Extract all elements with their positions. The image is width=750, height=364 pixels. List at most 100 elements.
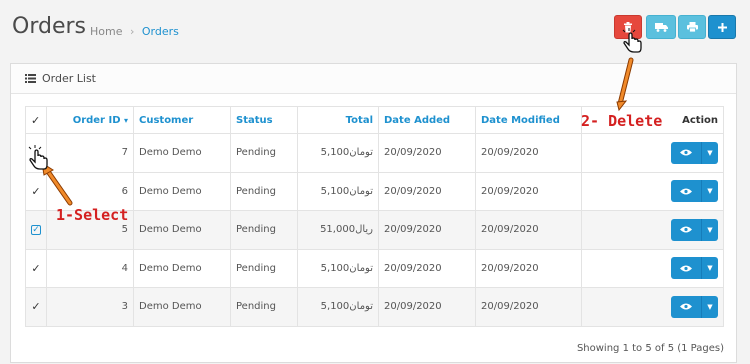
eye-icon bbox=[680, 226, 692, 233]
status-cell: Pending bbox=[230, 248, 298, 288]
action-dropdown-toggle[interactable]: ▼ bbox=[701, 295, 718, 318]
print-button[interactable] bbox=[678, 15, 706, 39]
customer-cell: Demo Demo bbox=[133, 248, 231, 288]
status-cell: Pending bbox=[230, 133, 298, 173]
breadcrumb-orders[interactable]: Orders bbox=[142, 25, 179, 38]
row-checkbox[interactable] bbox=[25, 133, 47, 173]
check-icon: ✓ bbox=[31, 261, 41, 275]
date-added-cell: 20/09/2020 bbox=[378, 171, 476, 211]
action-dropdown-toggle[interactable]: ▼ bbox=[701, 141, 718, 164]
column-total[interactable]: Total bbox=[297, 106, 379, 134]
action-cell: ▼ bbox=[581, 248, 724, 288]
view-button[interactable] bbox=[671, 257, 701, 280]
customer-cell: Demo Demo bbox=[133, 133, 231, 173]
order-id-cell: 4 bbox=[46, 248, 134, 288]
panel-title: Order List bbox=[42, 72, 96, 85]
pagination-info: Showing 1 to 5 of 5 (1 Pages) bbox=[576, 343, 724, 354]
breadcrumb-home[interactable]: Home bbox=[90, 25, 122, 38]
orders-table: ✓ Order ID ▾ Customer Status Total Date … bbox=[25, 106, 724, 327]
column-customer[interactable]: Customer bbox=[133, 106, 231, 134]
row-checkbox[interactable]: ✓ bbox=[25, 287, 47, 327]
table-row: 7 Demo Demo Pending 5,100تومان 20/09/202… bbox=[25, 133, 724, 173]
action-cell: ▼ bbox=[581, 171, 724, 211]
order-id-cell: 7 bbox=[46, 133, 134, 173]
status-cell: Pending bbox=[230, 210, 298, 250]
date-modified-cell: 20/09/2020 bbox=[475, 210, 582, 250]
order-id-cell: 6 bbox=[46, 171, 134, 211]
order-id-cell: 3 bbox=[46, 287, 134, 327]
column-date-modified[interactable]: Date Modified bbox=[475, 106, 582, 134]
action-cell: ▼ bbox=[581, 210, 724, 250]
eye-icon bbox=[680, 188, 692, 195]
action-button-group: ▼ bbox=[671, 295, 718, 318]
trash-icon bbox=[624, 21, 632, 32]
print-icon bbox=[686, 22, 698, 32]
column-status[interactable]: Status bbox=[230, 106, 298, 134]
caret-down-icon: ▼ bbox=[707, 187, 713, 196]
date-modified-cell: 20/09/2020 bbox=[475, 248, 582, 288]
breadcrumb-separator: › bbox=[129, 25, 135, 38]
total-cell: 5,100تومان bbox=[297, 133, 379, 173]
date-added-cell: 20/09/2020 bbox=[378, 248, 476, 288]
date-added-cell: 20/09/2020 bbox=[378, 287, 476, 327]
caret-down-icon: ▼ bbox=[707, 302, 713, 311]
action-cell: ▼ bbox=[581, 287, 724, 327]
row-checkbox[interactable]: ✓ bbox=[25, 171, 47, 211]
check-icon: ✓ bbox=[31, 113, 41, 127]
table-row: ✓ 3 Demo Demo Pending 5,100تومان 20/09/2… bbox=[25, 287, 724, 327]
row-checkbox[interactable]: ✓ bbox=[25, 248, 47, 288]
view-button[interactable] bbox=[671, 180, 701, 203]
status-cell: Pending bbox=[230, 171, 298, 211]
customer-cell: Demo Demo bbox=[133, 171, 231, 211]
select-all-checkbox[interactable]: ✓ bbox=[25, 106, 47, 134]
checkbox-checked-icon: ✓ bbox=[31, 225, 41, 236]
customer-cell: Demo Demo bbox=[133, 287, 231, 327]
check-icon: ✓ bbox=[31, 184, 41, 198]
plus-icon bbox=[717, 22, 727, 32]
list-icon bbox=[25, 74, 36, 83]
truck-icon bbox=[654, 22, 668, 32]
caret-down-icon: ▼ bbox=[707, 148, 713, 157]
add-button[interactable] bbox=[708, 15, 736, 39]
action-button-group: ▼ bbox=[671, 180, 718, 203]
date-modified-cell: 20/09/2020 bbox=[475, 133, 582, 173]
caret-down-icon: ▼ bbox=[707, 225, 713, 234]
action-button-group: ▼ bbox=[671, 218, 718, 241]
delete-button[interactable] bbox=[614, 15, 642, 39]
column-order-id[interactable]: Order ID ▾ bbox=[46, 106, 134, 134]
shipping-button[interactable] bbox=[646, 15, 676, 39]
total-cell: 5,100تومان bbox=[297, 248, 379, 288]
sort-desc-icon: ▾ bbox=[123, 115, 128, 125]
total-cell: 5,100تومان bbox=[297, 171, 379, 211]
view-button[interactable] bbox=[671, 141, 701, 164]
table-row: ✓ 4 Demo Demo Pending 5,100تومان 20/09/2… bbox=[25, 248, 724, 288]
date-added-cell: 20/09/2020 bbox=[378, 210, 476, 250]
status-cell: Pending bbox=[230, 287, 298, 327]
row-checkbox[interactable]: ✓ bbox=[25, 210, 47, 250]
eye-icon bbox=[680, 149, 692, 156]
action-dropdown-toggle[interactable]: ▼ bbox=[701, 257, 718, 280]
panel-heading: Order List bbox=[11, 64, 736, 94]
eye-icon bbox=[680, 265, 692, 272]
customer-cell: Demo Demo bbox=[133, 210, 231, 250]
date-modified-cell: 20/09/2020 bbox=[475, 171, 582, 211]
eye-icon bbox=[680, 303, 692, 310]
table-row: ✓ 5 Demo Demo Pending 51,000ریال 20/09/2… bbox=[25, 210, 724, 250]
view-button[interactable] bbox=[671, 295, 701, 318]
total-cell: 51,000ریال bbox=[297, 210, 379, 250]
page-title: Orders bbox=[12, 14, 86, 39]
table-row: ✓ 6 Demo Demo Pending 5,100تومان 20/09/2… bbox=[25, 171, 724, 211]
action-dropdown-toggle[interactable]: ▼ bbox=[701, 218, 718, 241]
action-dropdown-toggle[interactable]: ▼ bbox=[701, 180, 718, 203]
date-modified-cell: 20/09/2020 bbox=[475, 287, 582, 327]
view-button[interactable] bbox=[671, 218, 701, 241]
breadcrumb: Home › Orders bbox=[90, 25, 179, 38]
column-date-added[interactable]: Date Added bbox=[378, 106, 476, 134]
action-button-group: ▼ bbox=[671, 141, 718, 164]
action-button-group: ▼ bbox=[671, 257, 718, 280]
annotation-select: 1-Select bbox=[56, 206, 129, 224]
check-icon: ✓ bbox=[31, 300, 41, 314]
date-added-cell: 20/09/2020 bbox=[378, 133, 476, 173]
action-cell: ▼ bbox=[581, 133, 724, 173]
annotation-delete: 2- Delete bbox=[581, 112, 663, 130]
